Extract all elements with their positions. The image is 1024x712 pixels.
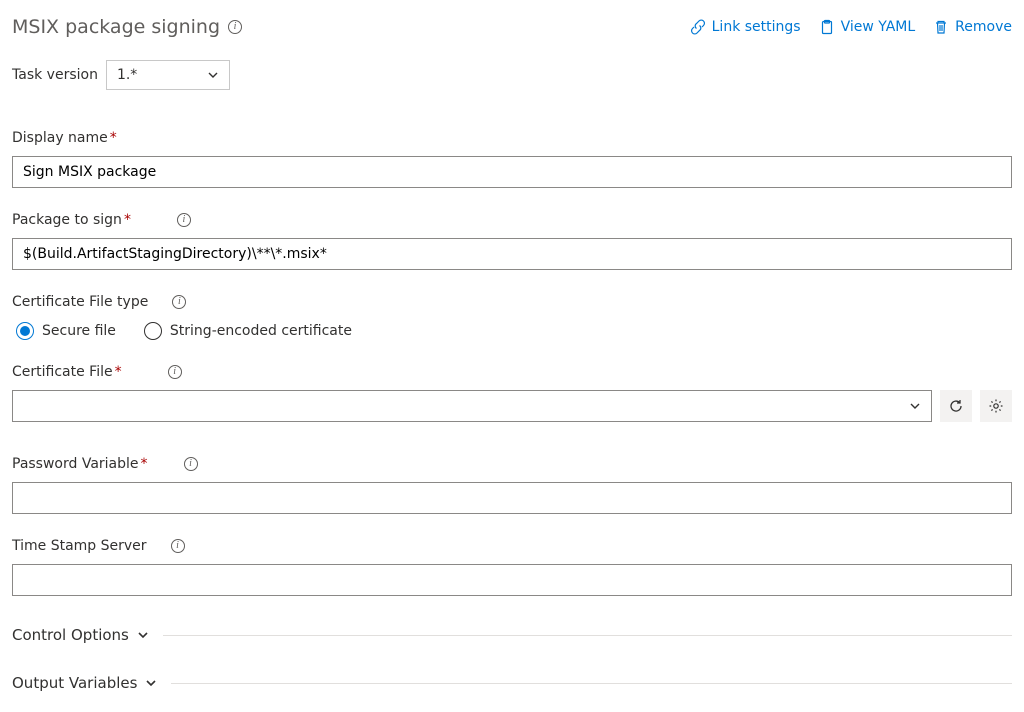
settings-button[interactable] (980, 390, 1012, 422)
radio-secure-file[interactable]: Secure file (16, 322, 116, 340)
certificate-file-select[interactable] (12, 390, 932, 422)
view-yaml-label: View YAML (841, 19, 916, 35)
info-icon[interactable]: i (172, 295, 186, 309)
password-variable-label: Password Variable* (12, 456, 148, 472)
remove-button[interactable]: Remove (933, 19, 1012, 35)
gear-icon (988, 398, 1004, 414)
task-header: MSIX package signing i Link settings Vie… (12, 16, 1012, 38)
remove-label: Remove (955, 19, 1012, 35)
certificate-file-type-label: Certificate File type (12, 294, 148, 310)
divider (171, 683, 1012, 684)
password-variable-input[interactable] (12, 482, 1012, 514)
radio-string-encoded-label: String-encoded certificate (170, 323, 352, 339)
chevron-down-icon (909, 400, 921, 412)
control-options-section[interactable]: Control Options (12, 626, 1012, 644)
radio-icon (144, 322, 162, 340)
link-settings-label: Link settings (712, 19, 801, 35)
radio-icon (16, 322, 34, 340)
radio-string-encoded[interactable]: String-encoded certificate (144, 322, 352, 340)
task-version-select[interactable]: 1.* (106, 60, 230, 90)
link-icon (690, 19, 706, 35)
info-icon[interactable]: i (184, 457, 198, 471)
display-name-label: Display name* (12, 130, 117, 146)
output-variables-section[interactable]: Output Variables (12, 674, 1012, 692)
chevron-down-icon (207, 69, 219, 81)
output-variables-title: Output Variables (12, 674, 137, 692)
package-to-sign-label: Package to sign* (12, 212, 131, 228)
task-version-label: Task version (12, 67, 98, 83)
trash-icon (933, 19, 949, 35)
radio-secure-file-label: Secure file (42, 323, 116, 339)
display-name-input[interactable] (12, 156, 1012, 188)
task-title: MSIX package signing (12, 16, 220, 38)
clipboard-icon (819, 19, 835, 35)
task-version-value: 1.* (117, 67, 137, 83)
refresh-button[interactable] (940, 390, 972, 422)
info-icon[interactable]: i (171, 539, 185, 553)
time-stamp-server-label: Time Stamp Server (12, 538, 147, 554)
info-icon[interactable]: i (228, 20, 242, 34)
chevron-down-icon (137, 629, 149, 641)
info-icon[interactable]: i (168, 365, 182, 379)
link-settings-button[interactable]: Link settings (690, 19, 801, 35)
control-options-title: Control Options (12, 626, 129, 644)
chevron-down-icon (145, 677, 157, 689)
refresh-icon (948, 398, 964, 414)
view-yaml-button[interactable]: View YAML (819, 19, 916, 35)
certificate-file-label: Certificate File* (12, 364, 122, 380)
divider (163, 635, 1012, 636)
package-to-sign-input[interactable] (12, 238, 1012, 270)
time-stamp-server-input[interactable] (12, 564, 1012, 596)
info-icon[interactable]: i (177, 213, 191, 227)
